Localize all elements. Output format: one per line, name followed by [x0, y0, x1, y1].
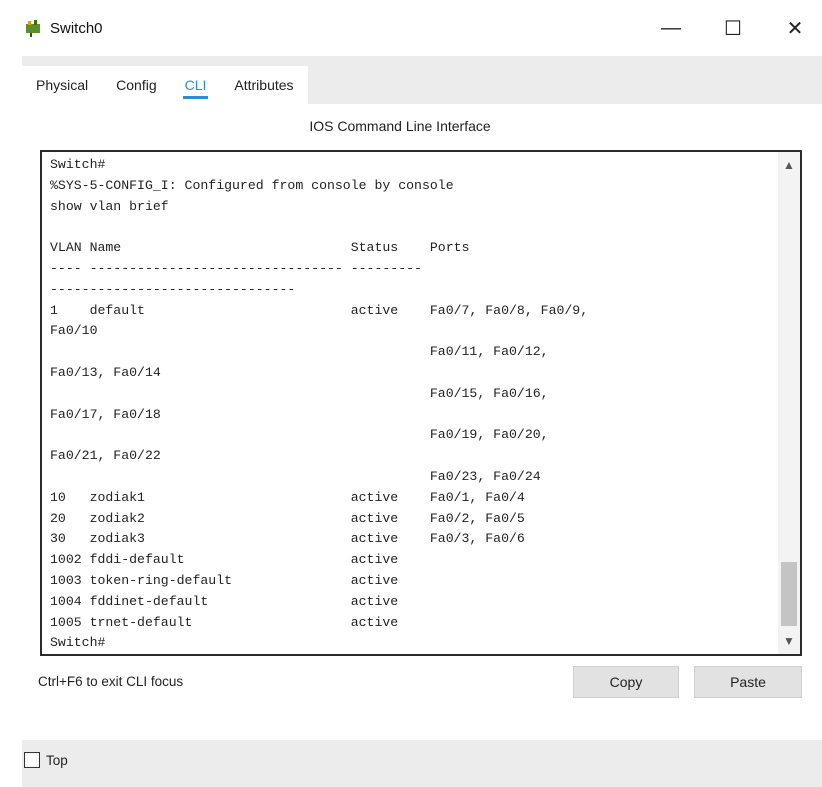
- terminal-line: Switch#: [50, 635, 106, 651]
- terminal-line: Fa0/15, Fa0/16,: [50, 385, 549, 401]
- maximize-icon: ☐: [724, 17, 742, 40]
- terminal-line: 10 zodiak1 active Fa0/1, Fa0/4: [50, 489, 525, 505]
- active-tab-indicator: [182, 96, 209, 99]
- terminal-line: Fa0/10: [50, 323, 98, 339]
- window-title: Switch0: [50, 20, 103, 37]
- cli-focus-hint: Ctrl+F6 to exit CLI focus: [38, 674, 184, 689]
- tab-label: Config: [116, 77, 157, 93]
- terminal-line: Fa0/11, Fa0/12,: [50, 344, 549, 360]
- terminal-line: 1005 trnet-default active: [50, 614, 399, 630]
- terminal-line: 20 zodiak2 active Fa0/2, Fa0/5: [50, 510, 525, 526]
- terminal-output: Switch# %SYS-5-CONFIG_I: Configured from …: [50, 155, 770, 654]
- top-label: Top: [46, 752, 68, 768]
- tab-physical[interactable]: Physical: [22, 66, 103, 104]
- terminal-line: %SYS-5-CONFIG_I: Configured from console…: [50, 177, 454, 193]
- title-bar: Switch0 — ☐ ✕: [0, 0, 822, 56]
- copy-button[interactable]: Copy: [573, 666, 679, 698]
- terminal-line: VLAN Name Status Ports: [50, 240, 470, 256]
- scrollbar-thumb[interactable]: [781, 562, 797, 626]
- terminal-scrollbar[interactable]: ▲ ▼: [778, 152, 800, 654]
- tab-label: CLI: [184, 77, 207, 93]
- terminal-line: show vlan brief: [50, 198, 169, 214]
- maximize-button[interactable]: ☐: [710, 10, 756, 46]
- terminal-line: 1004 fddinet-default active: [50, 593, 399, 609]
- top-option: Top: [24, 752, 68, 768]
- terminal-line: ---- -------------------------------- --…: [50, 260, 422, 276]
- terminal-line: 1 default active Fa0/7, Fa0/8, Fa0/9,: [50, 302, 589, 318]
- tab-bar: Physical Config CLI Attributes: [22, 66, 308, 104]
- scroll-up-icon[interactable]: ▲: [778, 156, 800, 174]
- terminal-line: Switch#: [50, 157, 106, 172]
- terminal-line: Fa0/17, Fa0/18: [50, 406, 161, 422]
- top-checkbox[interactable]: [24, 752, 40, 768]
- tab-config[interactable]: Config: [102, 66, 171, 104]
- terminal-line: 1003 token-ring-default active: [50, 572, 399, 588]
- cli-terminal[interactable]: Switch# %SYS-5-CONFIG_I: Configured from …: [40, 150, 802, 656]
- terminal-line: Fa0/23, Fa0/24: [50, 468, 541, 484]
- close-button[interactable]: ✕: [772, 10, 818, 46]
- terminal-line: 30 zodiak3 active Fa0/3, Fa0/6: [50, 531, 525, 547]
- tab-label: Attributes: [234, 77, 294, 93]
- panel-title: IOS Command Line Interface: [309, 118, 491, 134]
- minimize-button[interactable]: —: [648, 10, 694, 46]
- close-icon: ✕: [786, 17, 804, 40]
- terminal-line: Fa0/19, Fa0/20,: [50, 427, 549, 443]
- paste-button[interactable]: Paste: [694, 666, 802, 698]
- tab-label: Physical: [36, 77, 89, 93]
- terminal-line: -------------------------------: [50, 281, 296, 297]
- scroll-down-icon[interactable]: ▼: [778, 632, 800, 650]
- terminal-line: 1002 fddi-default active: [50, 552, 399, 568]
- terminal-line: Fa0/21, Fa0/22: [50, 448, 161, 464]
- minimize-icon: —: [661, 16, 681, 39]
- terminal-line: Fa0/13, Fa0/14: [50, 364, 161, 380]
- tab-attributes[interactable]: Attributes: [220, 66, 308, 104]
- tab-cli[interactable]: CLI: [170, 66, 221, 104]
- switch-icon: [26, 20, 40, 37]
